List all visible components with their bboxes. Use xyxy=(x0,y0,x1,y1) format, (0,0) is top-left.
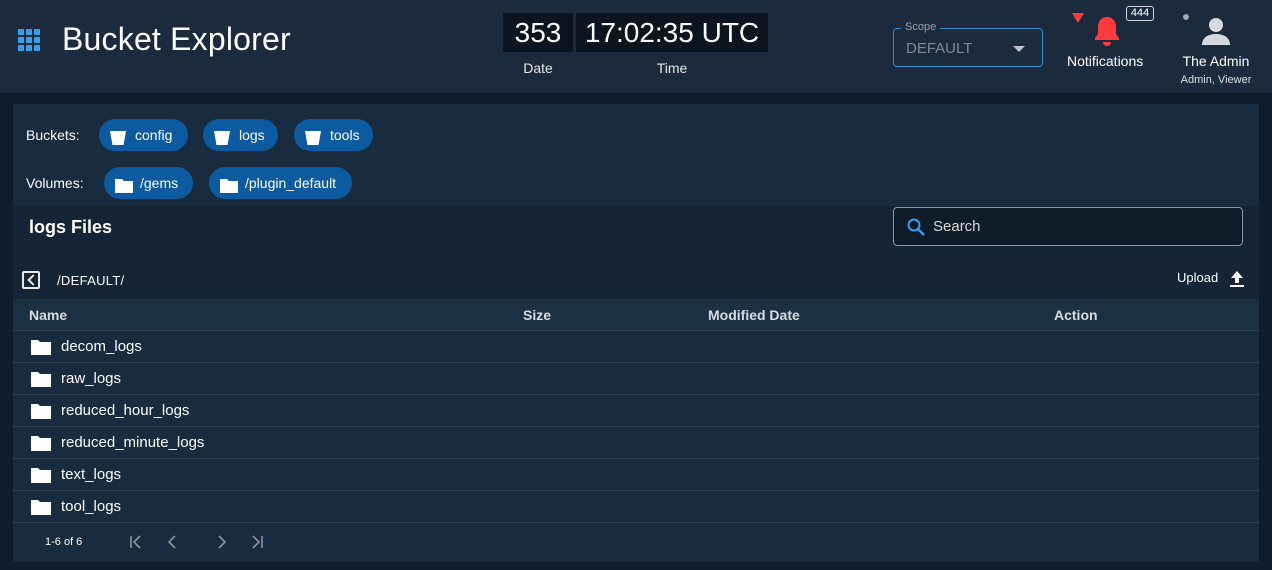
bucket-icon xyxy=(304,126,322,158)
current-path: /DEFAULT/ xyxy=(57,273,125,288)
scope-select[interactable]: Scope DEFAULT xyxy=(893,21,1043,67)
volume-chip-plugin-default[interactable]: /plugin_default xyxy=(209,167,352,199)
folder-icon xyxy=(31,339,51,361)
bell-icon xyxy=(1092,15,1122,52)
table-row[interactable]: tool_logs xyxy=(13,491,1259,523)
bucket-icon xyxy=(109,126,127,158)
top-bar: Bucket Explorer 353 17:02:35 UTC Date Ti… xyxy=(0,0,1272,94)
folder-icon xyxy=(114,174,134,206)
previous-page-icon[interactable] xyxy=(164,534,180,550)
volume-chip-label: /plugin_default xyxy=(245,175,337,191)
notifications-count-badge: 444 xyxy=(1126,6,1154,21)
user-menu[interactable]: The Admin Admin, Viewer xyxy=(1172,12,1262,90)
scope-label: Scope xyxy=(901,21,941,33)
upload-label: Upload xyxy=(1177,270,1219,285)
bucket-chip-tools[interactable]: tools xyxy=(294,119,373,151)
upload-icon xyxy=(1229,270,1245,293)
app-title: Bucket Explorer xyxy=(62,21,291,57)
file-name: decom_logs xyxy=(61,338,142,355)
date-value: 353 xyxy=(503,13,573,52)
alert-triangle-icon xyxy=(1072,13,1084,23)
folder-icon xyxy=(31,467,51,489)
user-roles: Admin, Viewer xyxy=(1180,74,1252,86)
table-row[interactable]: reduced_hour_logs xyxy=(13,395,1259,427)
next-page-icon[interactable] xyxy=(214,534,230,550)
bucket-icon xyxy=(213,126,231,158)
pagination-label: 1-6 of 6 xyxy=(45,536,83,548)
buckets-label: Buckets: xyxy=(26,127,80,143)
file-name: text_logs xyxy=(61,466,122,483)
files-title: logs Files xyxy=(29,217,113,237)
folder-icon xyxy=(219,174,239,206)
folder-icon xyxy=(31,403,51,425)
chevron-down-icon xyxy=(1013,46,1025,52)
column-modified-date[interactable]: Modified Date xyxy=(708,307,800,323)
folder-icon xyxy=(31,435,51,457)
file-name: reduced_hour_logs xyxy=(61,402,190,419)
table-row[interactable]: reduced_minute_logs xyxy=(13,427,1259,459)
notifications-label: Notifications xyxy=(1067,53,1144,69)
file-name: reduced_minute_logs xyxy=(61,434,205,451)
bucket-explorer-card: Buckets: config logs tools Volumes: /gem… xyxy=(13,104,1259,562)
user-name: The Admin xyxy=(1182,53,1250,69)
file-name: tool_logs xyxy=(61,498,122,515)
status-dot xyxy=(1183,14,1189,20)
bucket-chip-label: config xyxy=(135,127,173,143)
volume-chip-label: /gems xyxy=(140,175,179,191)
bucket-chip-label: logs xyxy=(239,127,265,143)
upload-button[interactable]: Upload xyxy=(1177,268,1247,290)
time-label: Time xyxy=(656,60,688,76)
table-header: Name Size Modified Date Action xyxy=(13,299,1259,331)
date-label: Date xyxy=(523,60,553,76)
last-page-icon[interactable] xyxy=(249,534,265,550)
time-value: 17:02:35 UTC xyxy=(576,13,768,52)
table-row[interactable]: text_logs xyxy=(13,459,1259,491)
volume-chip-gems[interactable]: /gems xyxy=(104,167,193,199)
first-page-icon[interactable] xyxy=(128,534,144,550)
folder-icon xyxy=(31,499,51,521)
scope-value: DEFAULT xyxy=(906,40,973,57)
account-icon xyxy=(1200,16,1232,51)
back-button[interactable] xyxy=(22,271,40,289)
bucket-chip-logs[interactable]: logs xyxy=(203,119,278,151)
search-placeholder: Search xyxy=(933,218,981,235)
notifications-button[interactable]: 444 Notifications xyxy=(1060,6,1156,76)
volumes-label: Volumes: xyxy=(26,175,84,191)
table-row[interactable]: raw_logs xyxy=(13,363,1259,395)
table-row[interactable]: decom_logs xyxy=(13,331,1259,363)
search-icon xyxy=(907,218,925,241)
folder-icon xyxy=(31,371,51,393)
column-name[interactable]: Name xyxy=(29,307,67,323)
bucket-chip-label: tools xyxy=(330,127,360,143)
search-input[interactable]: Search xyxy=(893,207,1243,246)
column-size[interactable]: Size xyxy=(523,307,551,323)
column-action[interactable]: Action xyxy=(1054,307,1098,323)
file-name: raw_logs xyxy=(61,370,122,387)
apps-grid-icon[interactable] xyxy=(18,29,40,51)
bucket-chip-config[interactable]: config xyxy=(99,119,188,151)
